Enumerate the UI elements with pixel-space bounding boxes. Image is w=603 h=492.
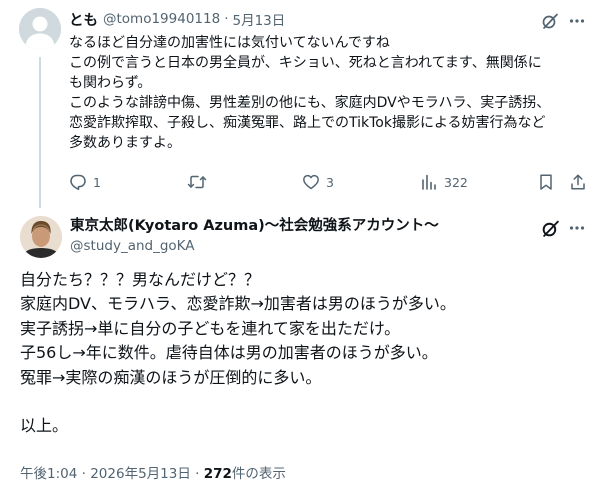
main-text-line: 実子誘拐→単に自分の子どもを連れて家を出ただけ。 xyxy=(20,318,401,338)
main-text-line xyxy=(20,390,590,414)
thread-connector-line xyxy=(39,57,41,208)
separator-dot: · xyxy=(195,466,200,482)
share-button[interactable] xyxy=(569,171,587,193)
separator-dot: · xyxy=(224,11,229,27)
view-count: 322 xyxy=(444,174,468,190)
avatar-default[interactable] xyxy=(19,8,61,50)
reply-text-line: なるほど自分達の加害性には気付いてないんですね xyxy=(69,35,390,51)
heart-icon xyxy=(303,174,319,190)
reply-text: なるほど自分達の加害性には気付いてないんですね この例で言うと日本の男全員が、キ… xyxy=(69,33,589,153)
reply-text-line: も関わらず。 xyxy=(69,75,152,91)
main-tweet: 東京太郎(Kyotaro Azuma)〜社会勉強系アカウント〜 @study_a… xyxy=(0,208,603,492)
separator-dot: · xyxy=(81,466,86,482)
reply-date[interactable]: 5月13日 xyxy=(232,9,285,29)
bar-chart-icon xyxy=(422,174,436,190)
like-count: 3 xyxy=(326,174,334,190)
reply-display-name[interactable]: とも xyxy=(69,9,98,30)
more-dots-icon[interactable] xyxy=(567,218,587,238)
reply-count: 1 xyxy=(93,174,101,190)
views-label: 件の表示 xyxy=(231,466,286,482)
reply-handle[interactable]: @tomo19940118 xyxy=(103,11,220,27)
grok-slash-icon[interactable] xyxy=(540,218,560,238)
reply-button[interactable]: 1 xyxy=(69,171,101,193)
main-text-line: 家庭内DV、モラハラ、恋愛詐欺→加害者は男のほうが多い。 xyxy=(20,294,456,314)
reply-bubble-icon xyxy=(70,174,86,191)
main-text: 自分たち？？？男なんだけど？？ 家庭内DV、モラハラ、恋愛詐欺→加害者は男のほう… xyxy=(20,268,590,439)
main-text-line: 以上。 xyxy=(20,416,69,436)
main-display-name[interactable]: 東京太郎(Kyotaro Azuma)〜社会勉強系アカウント〜 xyxy=(70,216,439,236)
share-upload-icon xyxy=(571,174,585,190)
avatar-photo[interactable] xyxy=(20,216,62,258)
post-time[interactable]: 午後1:04 xyxy=(20,466,77,482)
repost-arrows-icon xyxy=(187,175,207,189)
like-button[interactable]: 3 xyxy=(302,171,334,193)
main-handle[interactable]: @study_and_goKA xyxy=(70,236,195,256)
grok-slash-icon[interactable] xyxy=(540,11,560,31)
reply-tweet[interactable]: とも @tomo19940118 · 5月13日 なるほど自分達の加害性には気付… xyxy=(0,0,603,208)
reply-action-bar: 1 3 322 xyxy=(69,171,595,193)
main-view-count: 272 xyxy=(203,466,232,482)
repost-button[interactable] xyxy=(187,171,213,193)
main-meta: 午後1:04 · 2026年5月13日 · 272件の表示 xyxy=(20,462,286,482)
reply-text-line: このような誹謗中傷、男性差別の他にも、家庭内DVやモラハラ、実子誘拐、 xyxy=(69,95,551,111)
views-button[interactable]: 322 xyxy=(420,171,468,193)
reply-text-line: 多数ありますよ。 xyxy=(69,135,181,151)
reply-header: とも @tomo19940118 · 5月13日 xyxy=(69,9,285,29)
reply-text-line: 恋愛詐欺搾取、子殺し、痴漢冤罪、路上でのTikTok撮影による妨害行為など xyxy=(69,115,546,131)
main-text-line: 冤罪→実際の痴漢のほうが圧倒的に多い。 xyxy=(20,367,322,387)
more-dots-icon[interactable] xyxy=(567,11,587,31)
bookmark-button[interactable] xyxy=(537,171,555,193)
main-text-line: 子56し→年に数件。虐待自体は男の加害者のほうが多い。 xyxy=(20,343,438,363)
bookmark-icon xyxy=(540,174,552,190)
reply-text-line: この例で言うと日本の男全員が、キショい、死ねと言われてます、無関係に xyxy=(69,55,542,71)
post-date[interactable]: 2026年5月13日 xyxy=(90,466,191,482)
main-text-line: 自分たち？？？男なんだけど？？ xyxy=(20,270,261,289)
